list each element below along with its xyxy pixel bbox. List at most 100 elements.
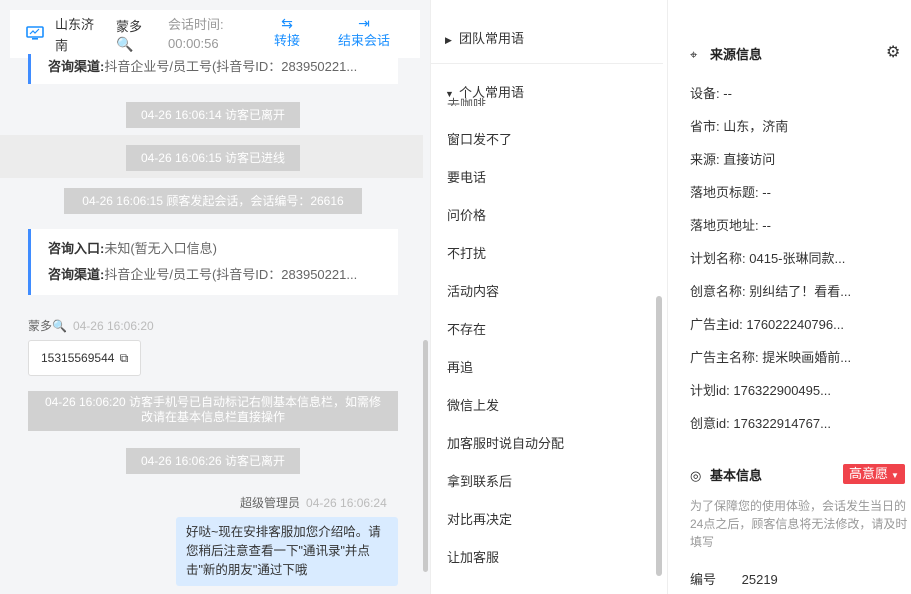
phrase-item[interactable]: 窗口发不了: [447, 129, 512, 148]
chat-header: 山东济南 蒙多 🔍 会话时间: 00:00:56 ⇆ 转接 ⇥ 结束会话: [10, 10, 420, 58]
basic-info-label: 基本信息: [710, 468, 763, 483]
source-info-title: ⌖ 来源信息: [690, 44, 762, 63]
source-value: 176022240796...: [746, 317, 844, 332]
magnifier-icon: 🔍: [116, 36, 134, 52]
phrase-item[interactable]: 微信上发: [447, 395, 499, 414]
phrase-item[interactable]: 对比再决定: [447, 509, 512, 528]
info-panel: ⌖ 来源信息 ⚙ 设备: -- 省市: 山东，济南 来源: 直接访问 落地页标题:…: [668, 0, 911, 594]
source-label: 设备:: [690, 86, 720, 101]
source-row: 省市: 山东，济南: [690, 116, 788, 135]
monitor-icon: [26, 26, 44, 40]
phone-message[interactable]: 15315569544 ⧉: [28, 340, 142, 376]
channel-label: 咨询渠道:: [48, 59, 105, 74]
source-label: 创意名称:: [690, 284, 746, 299]
source-row: 来源: 直接访问: [690, 149, 775, 168]
transfer-button[interactable]: ⇆ 转接: [274, 14, 300, 50]
source-row: 落地页标题: --: [690, 182, 771, 201]
phrase-item[interactable]: 问价格: [447, 205, 486, 224]
agent-sender: 超级管理员 04-26 16:06:24: [240, 494, 387, 511]
caret-right-icon: ▶: [445, 35, 452, 45]
source-value: 0415-张琳同款...: [749, 251, 846, 266]
source-row: 广告主名称: 提米映画婚前...: [690, 347, 851, 366]
phrase-item[interactable]: 加客服时说自动分配: [447, 433, 564, 452]
sender-time: 04-26 16:06:24: [306, 496, 387, 510]
sender-time: 04-26 16:06:20: [72, 319, 154, 333]
source-row: 创意名称: 别纠结了！看看...: [690, 281, 851, 300]
system-message: 04-26 16:06:15 访客已进线: [126, 145, 300, 171]
source-label: 广告主id:: [690, 317, 743, 332]
channel-row: 咨询渠道:抖音企业号/员工号(抖音号ID：283950221...: [48, 262, 398, 288]
phrase-item[interactable]: 让加客服: [447, 547, 499, 566]
transfer-label: 转接: [274, 33, 301, 48]
phrase-item[interactable]: 活动内容: [447, 281, 499, 300]
session-time-value: 00:00:56: [168, 36, 219, 51]
phrase-scrollbar[interactable]: [656, 296, 662, 576]
agent-message-bubble: 好哒~现在安排客服加您介绍哈。请您稍后注意查看一下"通讯录"并点击"新的朋友"通…: [176, 517, 398, 586]
team-phrases-label: 团队常用语: [459, 31, 525, 46]
chat-panel: 山东济南 蒙多 🔍 会话时间: 00:00:56 ⇆ 转接 ⇥ 结束会话 咨询渠…: [0, 0, 430, 594]
intent-tag[interactable]: 高意愿 ▼: [843, 464, 905, 484]
visitor-location: 山东济南: [55, 17, 95, 53]
entry-card: 咨询入口:未知(暂无入口信息) 咨询渠道:抖音企业号/员工号(抖音号ID：283…: [28, 229, 398, 295]
sender-name: 蒙多🔍: [28, 319, 67, 333]
source-label: 计划id:: [690, 383, 730, 398]
entry-value: 未知(暂无入口信息): [104, 241, 218, 256]
id-value: 25219: [741, 572, 778, 587]
basic-info-title: ◎ 基本信息: [690, 465, 762, 484]
transfer-icon: ⇆: [281, 15, 293, 31]
copy-icon[interactable]: ⧉: [120, 351, 129, 365]
source-row: 创意id: 176322914767...: [690, 413, 831, 432]
exit-icon: ⇥: [358, 15, 370, 31]
channel-row: 咨询渠道:抖音企业号/员工号(抖音号ID：283950221...: [48, 54, 398, 80]
channel-value: 抖音企业号/员工号(抖音号ID：283950221...: [104, 59, 358, 74]
source-value: 176322914767...: [733, 416, 831, 431]
source-value: 别纠结了！看看...: [749, 284, 852, 299]
visitor-name-text: 蒙多: [116, 19, 143, 34]
user-circle-icon: ◎: [690, 468, 702, 483]
system-message: 04-26 16:06:15 顾客发起会话，会话编号：26616: [64, 188, 362, 214]
source-value: 提米映画婚前...: [762, 350, 852, 365]
intent-tag-label: 高意愿: [849, 466, 889, 481]
channel-card: 咨询渠道:抖音企业号/员工号(抖音号ID：283950221...: [28, 54, 398, 84]
source-row: 设备: --: [690, 83, 732, 102]
visitor-sender: 蒙多🔍 04-26 16:06:20: [28, 317, 154, 334]
chat-scrollbar[interactable]: [423, 340, 428, 572]
phrase-item[interactable]: 拿到联系后: [447, 471, 512, 490]
source-label: 创意id:: [690, 416, 730, 431]
source-value: --: [723, 86, 732, 101]
entry-label: 咨询入口:: [48, 241, 105, 256]
channel-value: 抖音企业号/员工号(抖音号ID：283950221...: [104, 267, 358, 282]
end-session-button[interactable]: ⇥ 结束会话: [338, 14, 390, 50]
source-label: 省市:: [690, 119, 720, 134]
phrase-item[interactable]: 再追: [447, 357, 473, 376]
source-label: 来源:: [690, 152, 720, 167]
system-message: 04-26 16:06:14 访客已离开: [126, 102, 300, 128]
source-row: 落地页地址: --: [690, 215, 771, 234]
team-phrases-group[interactable]: ▶ 团队常用语: [445, 28, 524, 47]
visitor-name: 蒙多 🔍: [116, 16, 143, 52]
source-value: --: [762, 218, 771, 233]
source-row: 计划id: 176322900495...: [690, 380, 831, 399]
phrase-item[interactable]: 要电话: [447, 167, 486, 186]
source-row: 计划名称: 0415-张琳同款...: [690, 248, 845, 267]
divider: [431, 63, 663, 64]
phrase-panel: ▶ 团队常用语 ▼ 个人常用语 去咖啡 窗口发不了 要电话 问价格 不打扰 活动内容…: [430, 0, 668, 594]
source-row: 广告主id: 176022240796...: [690, 314, 844, 333]
phone-number: 15315569544: [41, 351, 115, 365]
phrase-item[interactable]: 不存在: [447, 319, 486, 338]
source-label: 计划名称:: [690, 251, 746, 266]
settings-icon[interactable]: ⚙: [886, 42, 900, 62]
source-label: 落地页标题:: [690, 185, 759, 200]
source-label: 广告主名称:: [690, 350, 759, 365]
source-value: 山东，济南: [723, 119, 789, 134]
phrase-item[interactable]: 不打扰: [447, 243, 486, 262]
system-message: 04-26 16:06:20 访客手机号已自动标记右侧基本信息栏，如需修改请在基…: [28, 391, 398, 431]
source-value: 176322900495...: [733, 383, 831, 398]
phrase-item[interactable]: 去咖啡: [447, 94, 486, 106]
source-value: 直接访问: [723, 152, 776, 167]
source-label: 落地页地址:: [690, 218, 759, 233]
session-time-label: 会话时间:: [168, 17, 224, 32]
channel-label: 咨询渠道:: [48, 267, 105, 282]
end-session-label: 结束会话: [338, 33, 391, 48]
caret-down-icon: ▼: [891, 471, 899, 480]
